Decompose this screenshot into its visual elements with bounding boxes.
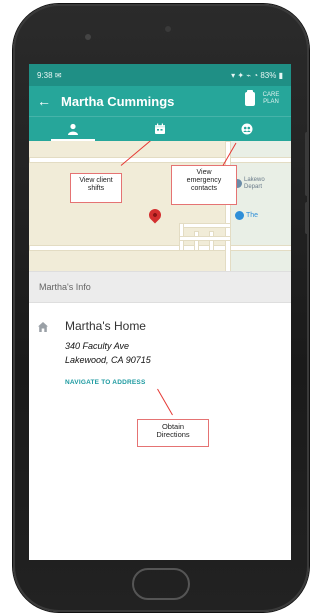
page-title: Martha Cummings — [61, 93, 175, 109]
phone-home-button[interactable] — [132, 568, 190, 600]
address-title: Martha's Home — [65, 319, 146, 333]
emergency-contacts-icon — [241, 123, 253, 135]
navigate-to-address-link[interactable]: NAVIGATE TO ADDRESS — [65, 379, 145, 386]
map-label: The — [246, 212, 259, 219]
address-line-1: 340 Faculty Ave — [65, 341, 130, 351]
app-screen: 9:38 ✉ ▾ ✦ ⌁ ◔ 83% ▮ ← Martha Cummings C… — [29, 64, 291, 560]
map-road — [209, 231, 214, 251]
map-poi-icon[interactable] — [235, 211, 244, 220]
person-icon — [67, 123, 78, 135]
map-road — [179, 223, 231, 228]
tab-contacts[interactable] — [217, 117, 277, 141]
volume-button — [305, 132, 309, 196]
power-button — [305, 202, 309, 234]
app-bar: ← Martha Cummings CARE PLAN — [29, 86, 291, 116]
map-view[interactable]: Lakewo Depart The View client shifts Vie… — [29, 141, 291, 271]
tab-bar — [29, 116, 291, 141]
back-arrow-icon[interactable]: ← — [37, 93, 51, 109]
map-road — [29, 157, 291, 163]
map-road — [194, 231, 199, 251]
callout-view-shifts: View client shifts — [70, 173, 122, 203]
map-label: Depart — [244, 184, 263, 190]
speaker-dot — [85, 34, 91, 40]
front-camera — [163, 24, 173, 34]
section-title: Martha's Info — [29, 271, 291, 303]
care-plan-button[interactable]: CARE PLAN — [245, 90, 283, 106]
care-plan-label: CARE PLAN — [262, 92, 280, 105]
map-road — [179, 236, 231, 241]
tab-shifts[interactable] — [130, 117, 190, 141]
map-road — [29, 245, 291, 251]
status-bar: 9:38 ✉ ▾ ✦ ⌁ ◔ 83% ▮ — [29, 64, 291, 86]
home-icon — [37, 321, 49, 333]
info-card: Martha's Home 340 Faculty Ave Lakewood, … — [29, 303, 291, 560]
status-time: 9:38 ✉ — [37, 70, 62, 80]
callout-obtain-directions: Obtain Directions — [137, 419, 209, 447]
status-icons: ▾ ✦ ⌁ ◔ 83% ▮ — [231, 70, 283, 80]
map-label: Lakewo — [244, 177, 265, 183]
address-line-2: Lakewood, CA 90715 — [65, 355, 151, 365]
clipboard-icon — [245, 90, 255, 106]
location-pin-icon[interactable] — [146, 206, 164, 224]
calendar-icon — [154, 123, 165, 134]
callout-pointer — [157, 388, 173, 416]
callout-view-emergency-contacts: View emergency contacts — [171, 165, 237, 205]
tab-client[interactable] — [43, 117, 103, 141]
